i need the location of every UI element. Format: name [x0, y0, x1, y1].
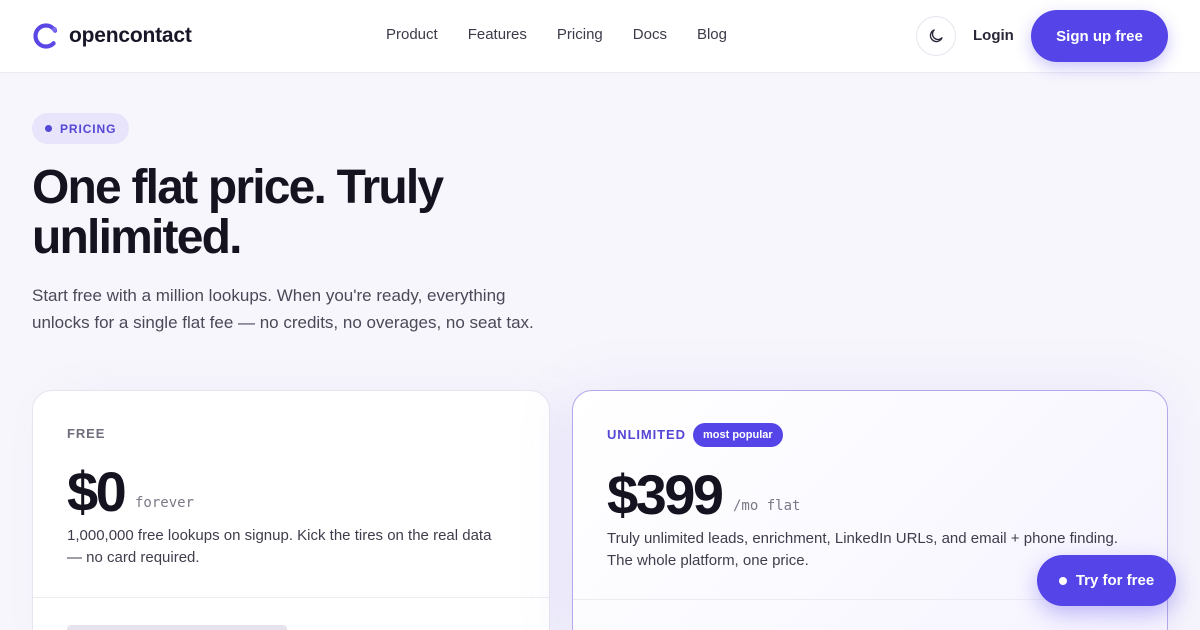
nav-link-features[interactable]: Features [468, 26, 527, 43]
nav-link-product[interactable]: Product [386, 26, 438, 43]
dot-icon [1058, 576, 1067, 585]
theme-toggle-button[interactable] [916, 16, 956, 56]
try-button-label: Try for free [1075, 572, 1155, 589]
signup-button[interactable]: Sign up free [1031, 10, 1168, 62]
plan-price: $399 [607, 463, 724, 526]
card-divider [33, 597, 549, 598]
nav-link-pricing[interactable]: Pricing [557, 26, 603, 43]
plan-card-free: FREE $0 forever 1,000,000 free lookups o… [32, 390, 550, 630]
plan-period: forever [135, 495, 195, 511]
main-nav: Product Features Pricing Docs Blog [386, 26, 757, 43]
try-for-free-button[interactable]: Try for free [1037, 555, 1176, 606]
top-nav: opencontact Product Features Pricing Doc… [0, 0, 1200, 73]
plan-name: FREE [67, 426, 106, 441]
ring-logo-icon [33, 23, 59, 49]
page-subtitle: Start free with a million lookups. When … [32, 286, 534, 332]
plan-period: /mo flat [733, 498, 801, 514]
brand-logo[interactable]: opencontact [32, 22, 192, 50]
section-badge: PRICING [32, 113, 130, 144]
moon-icon [929, 29, 943, 43]
plan-name: UNLIMITED [607, 427, 686, 442]
nav-link-docs[interactable]: Docs [633, 26, 667, 43]
login-link[interactable]: Login [973, 27, 1014, 44]
plan-description: 1,000,000 free lookups on signup. Kick t… [67, 527, 492, 566]
page-title: One flat price. Truly unlimited. [32, 161, 444, 264]
badge-dot-icon [45, 125, 52, 132]
most-popular-badge: most popular [693, 423, 783, 447]
brand-name: opencontact [69, 24, 192, 47]
plan-price: $0 [67, 460, 127, 523]
feature-line-placeholder [67, 625, 287, 630]
nav-link-blog[interactable]: Blog [697, 26, 727, 43]
badge-label: PRICING [60, 121, 117, 136]
